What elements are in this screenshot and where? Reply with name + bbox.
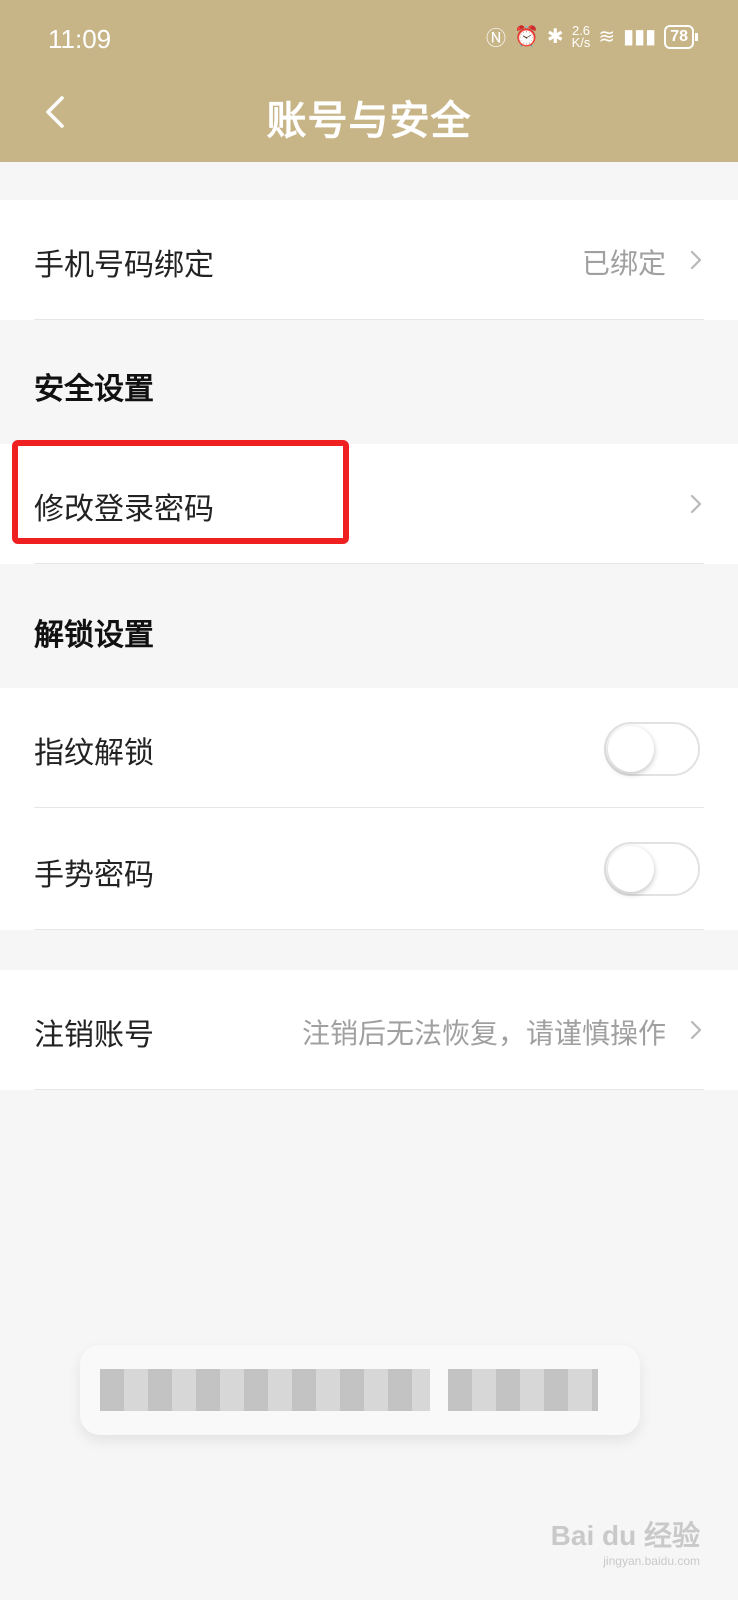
signal-icon: ▮▮▮ (623, 26, 657, 48)
blurred-content (448, 1369, 598, 1411)
row-gesture-password: 手势密码 (0, 808, 738, 930)
divider (34, 1089, 704, 1090)
row-value: 已绑定 (581, 247, 666, 280)
divider (34, 319, 704, 320)
blurred-toast (80, 1345, 640, 1435)
divider (34, 929, 704, 930)
row-label: 指纹解锁 (34, 736, 154, 771)
toggle-knob (608, 846, 654, 892)
chevron-right-icon (690, 250, 702, 270)
row-label: 手势密码 (34, 858, 154, 893)
row-value: 注销后无法恢复，请谨慎操作 (301, 1017, 666, 1050)
gesture-toggle[interactable] (604, 842, 700, 896)
battery-indicator: 78 (664, 24, 698, 49)
status-time: 11:09 (48, 24, 112, 54)
alarm-icon: ⏰ (513, 26, 539, 48)
watermark-brand: Bai du 经验 (550, 1520, 700, 1551)
nfc-icon: Ⓝ (485, 28, 506, 50)
divider (34, 563, 704, 564)
chevron-right-icon (690, 1020, 702, 1040)
status-icons: Ⓝ ⏰ ✱ 2.6 K/s ≋ ▮▮▮ 78 (485, 22, 698, 51)
section-title-security: 安全设置 (34, 372, 154, 407)
chevron-right-icon (690, 494, 702, 514)
network-speed: 2.6 K/s (571, 22, 591, 50)
baidu-watermark: Bai du 经验 jingyan.baidu.com (551, 1514, 700, 1568)
top-header: 11:09 Ⓝ ⏰ ✱ 2.6 K/s ≋ ▮▮▮ 78 账号与安全 (0, 0, 738, 162)
row-phone-binding[interactable]: 手机号码绑定 已绑定 (0, 200, 738, 320)
row-label: 手机号码绑定 (34, 248, 214, 283)
row-fingerprint-unlock: 指纹解锁 (0, 688, 738, 808)
page-title: 账号与安全 (266, 98, 472, 144)
watermark-url: jingyan.baidu.com (603, 1554, 700, 1568)
blurred-content (100, 1369, 430, 1411)
row-label: 注销账号 (34, 1018, 154, 1053)
fingerprint-toggle[interactable] (604, 722, 700, 776)
highlight-box (12, 440, 349, 544)
row-cancel-account[interactable]: 注销账号 注销后无法恢复，请谨慎操作 (0, 970, 738, 1090)
wifi-icon: ≋ (598, 26, 616, 48)
bluetooth-icon: ✱ (546, 26, 564, 48)
section-title-unlock: 解锁设置 (34, 618, 154, 653)
toggle-knob (608, 726, 654, 772)
